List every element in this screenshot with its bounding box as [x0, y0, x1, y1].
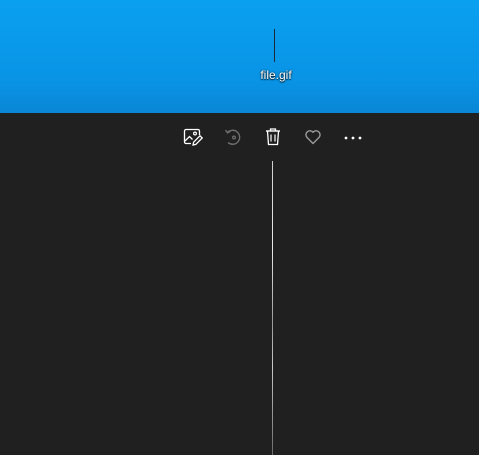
rotate-button[interactable] [221, 125, 245, 149]
desktop: file.gif [0, 0, 479, 113]
desktop-file-label: file.gif [260, 68, 292, 82]
edit-image-button[interactable] [181, 125, 205, 149]
image-canvas [0, 161, 479, 455]
more-options-button[interactable] [341, 125, 365, 149]
edit-image-icon [183, 128, 203, 146]
heart-icon [305, 130, 321, 145]
gif-thumbnail-icon [274, 29, 275, 62]
desktop-file-icon[interactable]: file.gif [246, 26, 306, 90]
photo-viewer [0, 113, 479, 455]
trash-icon [266, 128, 280, 146]
more-options-icon [344, 136, 362, 140]
viewer-toolbar [0, 113, 479, 161]
gif-image [272, 161, 273, 455]
rotate-icon [224, 129, 241, 145]
favorite-button[interactable] [301, 125, 325, 149]
delete-button[interactable] [261, 125, 285, 149]
